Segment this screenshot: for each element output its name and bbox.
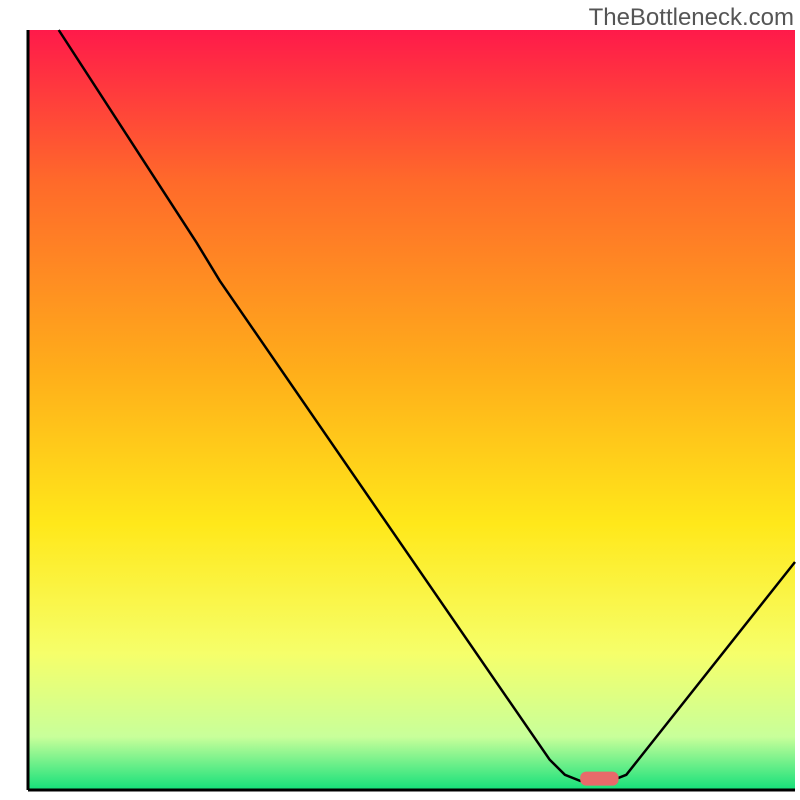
plot-background	[28, 30, 795, 790]
chart-svg	[0, 0, 800, 800]
bottleneck-chart: TheBottleneck.com	[0, 0, 800, 800]
optimum-marker	[580, 772, 618, 786]
watermark-text: TheBottleneck.com	[589, 4, 794, 32]
